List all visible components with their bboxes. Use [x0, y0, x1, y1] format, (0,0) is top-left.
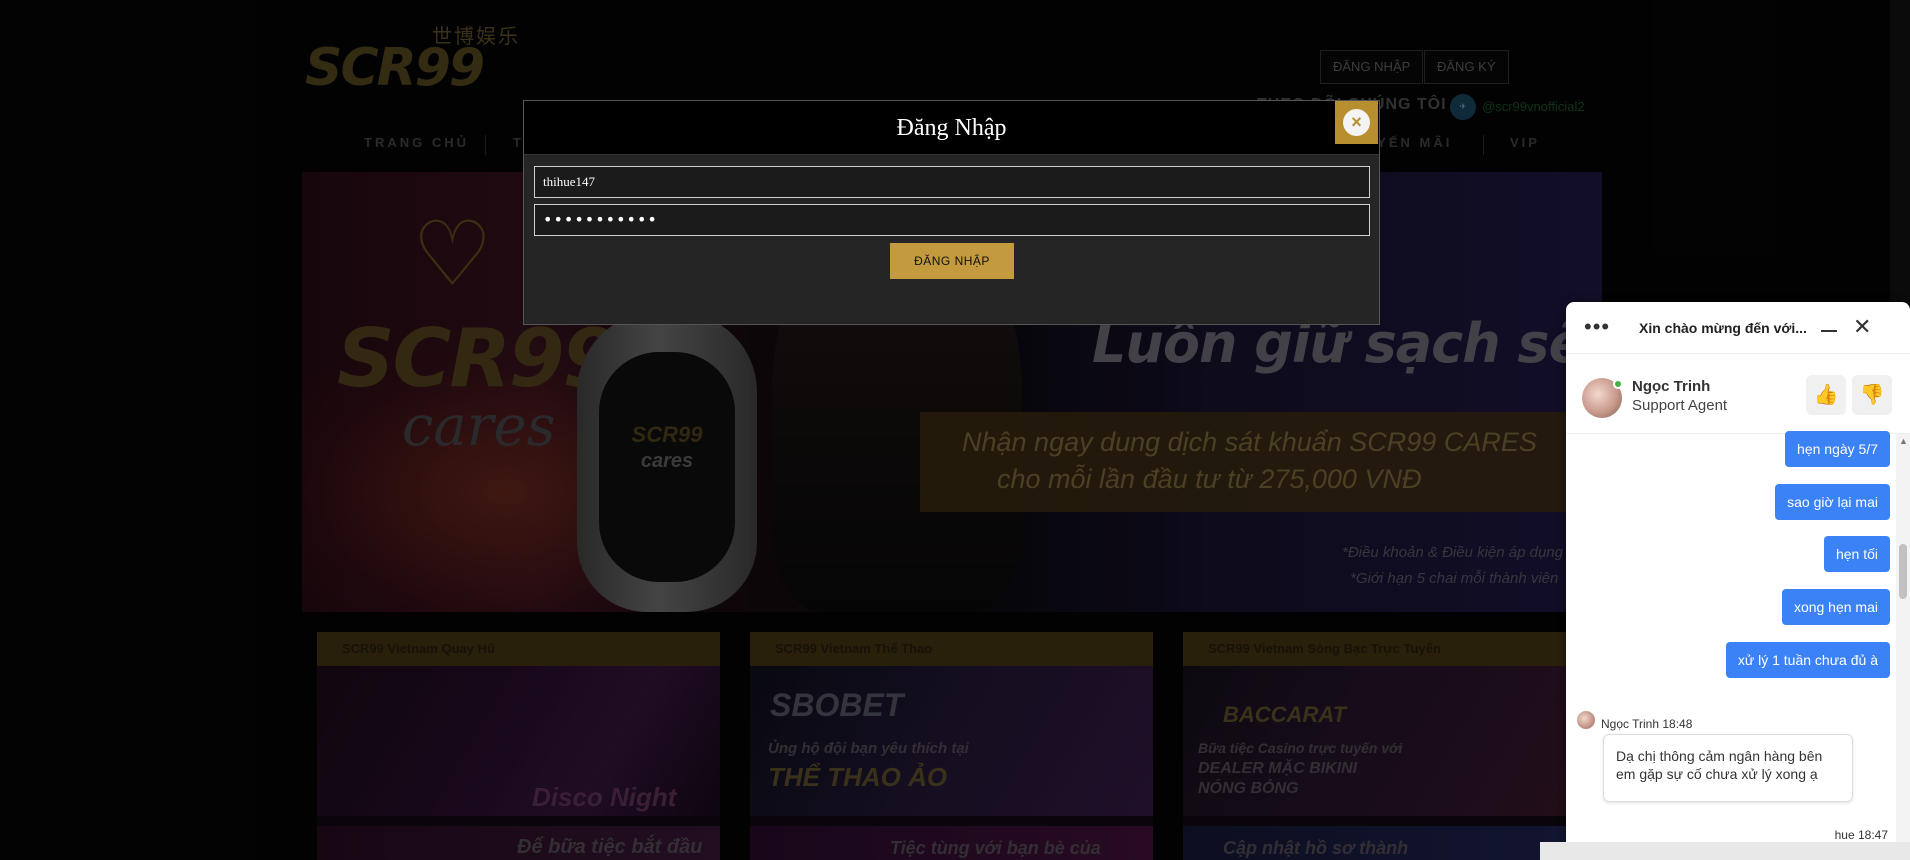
outgoing-message: hẹn ngày 5/7: [1785, 431, 1890, 467]
login-submit-button[interactable]: ĐĂNG NHẬP: [890, 243, 1014, 279]
message-timestamp: hue 18:47: [1834, 828, 1888, 842]
agent-name: Ngọc Trinh: [1632, 378, 1711, 395]
outgoing-message: hẹn tối: [1823, 536, 1890, 572]
chat-scrollbar[interactable]: ▲ ▼: [1896, 434, 1910, 860]
modal-header: Đăng Nhập: [524, 101, 1379, 155]
chat-widget: ••• Xin chào mừng đến với... ✕ Ngọc Trin…: [1566, 302, 1910, 860]
close-icon: ×: [1343, 109, 1370, 136]
login-modal: Đăng Nhập thihue147 ••••••••••• ĐĂNG NHẬ…: [523, 100, 1380, 325]
outgoing-message: xử lý 1 tuần chưa đủ à: [1725, 642, 1890, 678]
password-value: •••••••••••: [543, 210, 658, 229]
chat-close-icon[interactable]: ✕: [1853, 314, 1871, 340]
thumbs-up-icon: 👍: [1813, 384, 1839, 406]
agent-avatar-small: [1577, 711, 1595, 729]
outgoing-message: xong hẹn mai: [1781, 589, 1890, 625]
chat-scroll-thumb[interactable]: [1899, 544, 1907, 599]
page: 世博娱乐 SCR99 ĐĂNG NHẬP ĐĂNG KÝ THEO DÕI CH…: [0, 0, 1910, 860]
incoming-message: Dạ chị thông cảm ngân hàng bên em gặp sự…: [1603, 734, 1853, 802]
password-input[interactable]: •••••••••••: [534, 204, 1370, 236]
modal-title: Đăng Nhập: [896, 115, 1007, 141]
chat-header: ••• Xin chào mừng đến với... ✕: [1566, 302, 1910, 354]
thumbs-up-button[interactable]: 👍: [1806, 375, 1846, 415]
username-value: thihue147: [543, 174, 595, 189]
online-status-icon: [1613, 379, 1623, 389]
thumbs-down-button[interactable]: 👎: [1852, 375, 1892, 415]
outgoing-message: sao giờ lại mai: [1775, 484, 1890, 520]
modal-close-button[interactable]: ×: [1335, 101, 1378, 144]
username-input[interactable]: thihue147: [534, 166, 1370, 198]
scroll-up-icon[interactable]: ▲: [1899, 436, 1908, 446]
more-options-icon[interactable]: •••: [1584, 314, 1610, 340]
agent-info: Ngọc Trinh Support Agent 👍 👎: [1566, 354, 1910, 434]
chat-title: Xin chào mừng đến với...: [1639, 320, 1807, 336]
thumbs-down-icon: 👎: [1859, 384, 1885, 406]
chat-messages[interactable]: hẹn ngày 5/7 sao giờ lại mai hẹn tối xon…: [1566, 431, 1896, 860]
incoming-message-meta: Ngọc Trinh 18:48: [1601, 717, 1693, 731]
minimize-icon[interactable]: [1821, 330, 1837, 332]
agent-role: Support Agent: [1632, 397, 1728, 414]
chat-input-bar[interactable]: [1540, 842, 1910, 860]
